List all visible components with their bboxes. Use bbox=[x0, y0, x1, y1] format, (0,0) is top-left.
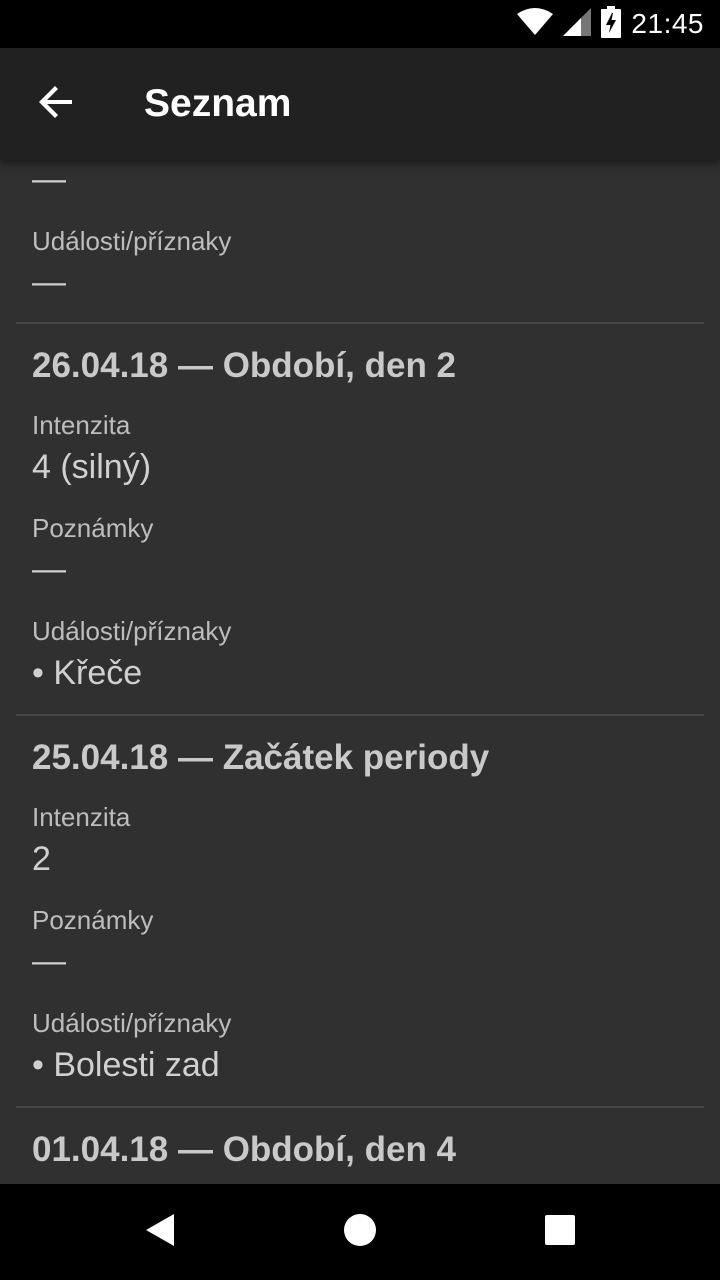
events-label: Události/příznaky bbox=[32, 226, 232, 256]
back-button[interactable] bbox=[24, 72, 88, 136]
list-item[interactable]: 26.04.18 — Období, den 2 Intenzita 4 (si… bbox=[0, 324, 720, 714]
arrow-back-icon bbox=[38, 84, 74, 124]
entry-heading: 25.04.18 — Začátek periody bbox=[32, 738, 490, 777]
entry-heading: 26.04.18 — Období, den 2 bbox=[32, 346, 457, 385]
list-item-partial-top[interactable]: — Události/příznaky — bbox=[0, 160, 720, 324]
intensity-value: 4 (silný) bbox=[32, 448, 152, 486]
nav-recents-button[interactable] bbox=[500, 1184, 620, 1280]
notes-label: Poznámky bbox=[32, 905, 154, 935]
notes-value: — bbox=[32, 942, 66, 980]
list-item[interactable]: 01.04.18 — Období, den 4 bbox=[0, 1108, 720, 1184]
signal-icon bbox=[563, 8, 592, 40]
entry-heading: 01.04.18 — Období, den 4 bbox=[32, 1130, 457, 1169]
events-value: • Křeče bbox=[32, 654, 143, 692]
status-bar: 21:45 bbox=[0, 0, 720, 48]
battery-charging-icon bbox=[601, 6, 622, 42]
nav-home-button[interactable] bbox=[300, 1184, 420, 1280]
intensity-label: Intenzita bbox=[32, 802, 131, 832]
events-label: Události/příznaky bbox=[32, 616, 232, 646]
navigation-bar bbox=[0, 1184, 720, 1280]
events-label: Události/příznaky bbox=[32, 1008, 232, 1038]
status-time: 21:45 bbox=[631, 8, 704, 39]
app-bar: Seznam bbox=[0, 48, 720, 160]
triangle-back-icon bbox=[144, 1212, 176, 1252]
circle-home-icon bbox=[343, 1213, 377, 1251]
events-value: • Bolesti zad bbox=[32, 1046, 220, 1084]
events-value: — bbox=[32, 263, 66, 301]
wifi-icon bbox=[517, 8, 554, 40]
notes-value: — bbox=[32, 550, 66, 588]
page-title: Seznam bbox=[144, 82, 292, 125]
intensity-value: 2 bbox=[32, 840, 51, 878]
notes-label: Poznámky bbox=[32, 513, 154, 543]
list-item[interactable]: 25.04.18 — Začátek periody Intenzita 2 P… bbox=[0, 716, 720, 1106]
square-recents-icon bbox=[544, 1214, 576, 1250]
status-icons: 21:45 bbox=[517, 0, 704, 48]
nav-back-button[interactable] bbox=[100, 1184, 220, 1280]
value-top: — bbox=[32, 160, 66, 198]
entry-list[interactable]: — Události/příznaky — 26.04.18 — Období,… bbox=[0, 160, 720, 1184]
intensity-label: Intenzita bbox=[32, 410, 131, 440]
